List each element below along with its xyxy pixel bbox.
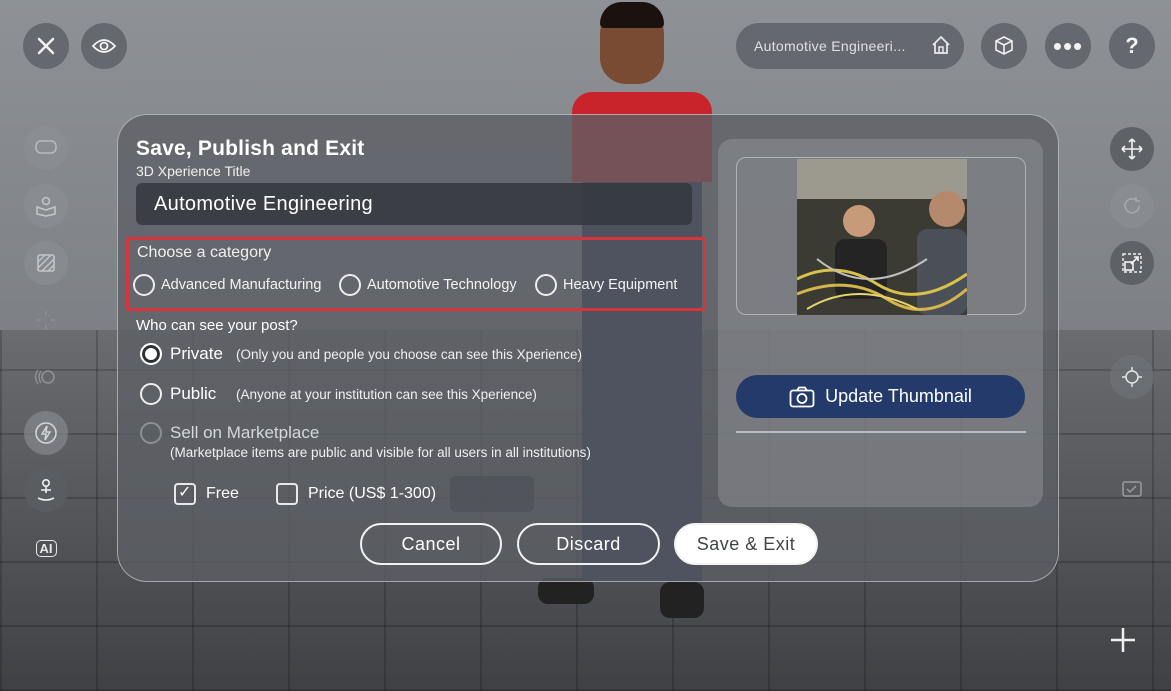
move-arrows-icon (1121, 138, 1143, 160)
side-chat-button[interactable] (24, 126, 68, 170)
radio-button[interactable] (140, 422, 162, 444)
cube-icon (995, 36, 1013, 55)
camera-icon (789, 386, 815, 407)
price-checkbox-row[interactable]: Price (US$ 1-300) (276, 483, 436, 505)
option-label: Advanced Manufacturing (161, 277, 322, 293)
checkbox-icon (1122, 481, 1142, 497)
radio-button[interactable] (133, 274, 155, 296)
marketplace-description: (Marketplace items are public and visibl… (170, 445, 591, 460)
help-button[interactable]: ? (1109, 23, 1155, 69)
radio-button[interactable] (339, 274, 361, 296)
ai-icon: AI (35, 539, 57, 557)
right-rotate-button[interactable] (1110, 184, 1154, 228)
category-label: Choose a category (137, 244, 272, 261)
more-icon: ••• (1052, 31, 1084, 61)
free-label: Free (206, 485, 239, 502)
dialog-title: Save, Publish and Exit (136, 137, 365, 160)
focus-icon (1122, 367, 1142, 387)
rotate-icon (1124, 197, 1140, 214)
side-audio-button[interactable] (24, 355, 68, 399)
visibility-marketplace[interactable]: Sell on Marketplace (140, 422, 319, 444)
category-option-heavy-equipment[interactable]: Heavy Equipment (535, 274, 677, 296)
save-exit-button[interactable]: Save & Exit (674, 523, 818, 565)
location-label: Automotive Engineeri... (754, 38, 906, 54)
price-checkbox[interactable] (276, 483, 298, 505)
close-button[interactable] (23, 23, 69, 69)
eye-icon (92, 39, 116, 53)
radio-button[interactable] (140, 383, 162, 405)
cancel-button[interactable]: Cancel (360, 523, 502, 565)
title-field-label: 3D Xperience Title (136, 163, 251, 179)
update-thumbnail-button[interactable]: Update Thumbnail (736, 375, 1025, 418)
speech-bubble-icon (35, 140, 57, 154)
update-thumbnail-label: Update Thumbnail (825, 386, 972, 406)
reader-icon (36, 196, 56, 217)
option-label: Sell on Marketplace (170, 423, 320, 442)
scale-icon (1122, 253, 1142, 273)
price-input[interactable] (450, 476, 534, 512)
plus-icon (1111, 628, 1135, 652)
option-label: Public (170, 384, 217, 403)
scene-objects-button[interactable] (981, 23, 1027, 69)
right-scale-button[interactable] (1110, 241, 1154, 285)
category-option-automotive-technology[interactable]: Automotive Technology (339, 274, 517, 296)
thumbnail-frame (736, 157, 1026, 315)
person-pin-icon (37, 478, 55, 501)
home-icon[interactable] (930, 34, 952, 56)
option-label: Heavy Equipment (563, 277, 678, 293)
discard-button[interactable]: Discard (517, 523, 660, 565)
preview-button[interactable] (81, 23, 127, 69)
add-button[interactable] (1100, 617, 1146, 663)
side-move-button[interactable] (24, 298, 68, 342)
right-move-button[interactable] (1110, 127, 1154, 171)
visibility-label: Who can see your post? (136, 317, 298, 334)
category-group: Choose a category Advanced Manufacturing… (126, 237, 706, 311)
option-label: Automotive Technology (367, 277, 517, 293)
more-button[interactable]: ••• (1045, 23, 1091, 69)
side-layers-button[interactable] (24, 241, 68, 285)
free-checkbox[interactable]: ✓ (174, 483, 196, 505)
option-description: (Only you and people you choose can see … (236, 346, 582, 362)
lightning-icon (35, 422, 57, 444)
help-icon: ? (1125, 33, 1139, 58)
save-publish-dialog: Save, Publish and Exit 3D Xperience Titl… (117, 114, 1059, 582)
side-ai-button[interactable]: AI (24, 526, 68, 570)
right-select-button[interactable] (1110, 468, 1154, 512)
title-input[interactable]: Automotive Engineering (136, 183, 692, 225)
thumbnail-image (797, 159, 967, 315)
check-icon: ✓ (178, 484, 192, 501)
sound-icon (34, 369, 55, 385)
side-effects-button[interactable] (24, 411, 68, 455)
layers-icon (37, 254, 55, 272)
option-label: Private (170, 344, 223, 363)
arrows-icon (37, 311, 55, 329)
thumbnail-panel: Update Thumbnail (718, 139, 1043, 507)
free-checkbox-row[interactable]: ✓ Free (174, 483, 239, 505)
side-learn-button[interactable] (24, 184, 68, 228)
category-option-advanced-manufacturing[interactable]: Advanced Manufacturing (133, 274, 321, 296)
close-icon (37, 37, 55, 55)
radio-button[interactable] (140, 343, 162, 365)
right-focus-button[interactable] (1110, 355, 1154, 399)
radio-button[interactable] (535, 274, 557, 296)
side-avatar-button[interactable] (24, 468, 68, 512)
visibility-public[interactable]: Public (Anyone at your institution can s… (140, 383, 537, 405)
divider (736, 431, 1026, 433)
option-description: (Anyone at your institution can see this… (236, 386, 537, 402)
visibility-private[interactable]: Private (Only you and people you choose … (140, 343, 582, 365)
location-pill[interactable]: Automotive Engineeri... (736, 23, 964, 69)
price-label: Price (US$ 1-300) (308, 485, 437, 502)
